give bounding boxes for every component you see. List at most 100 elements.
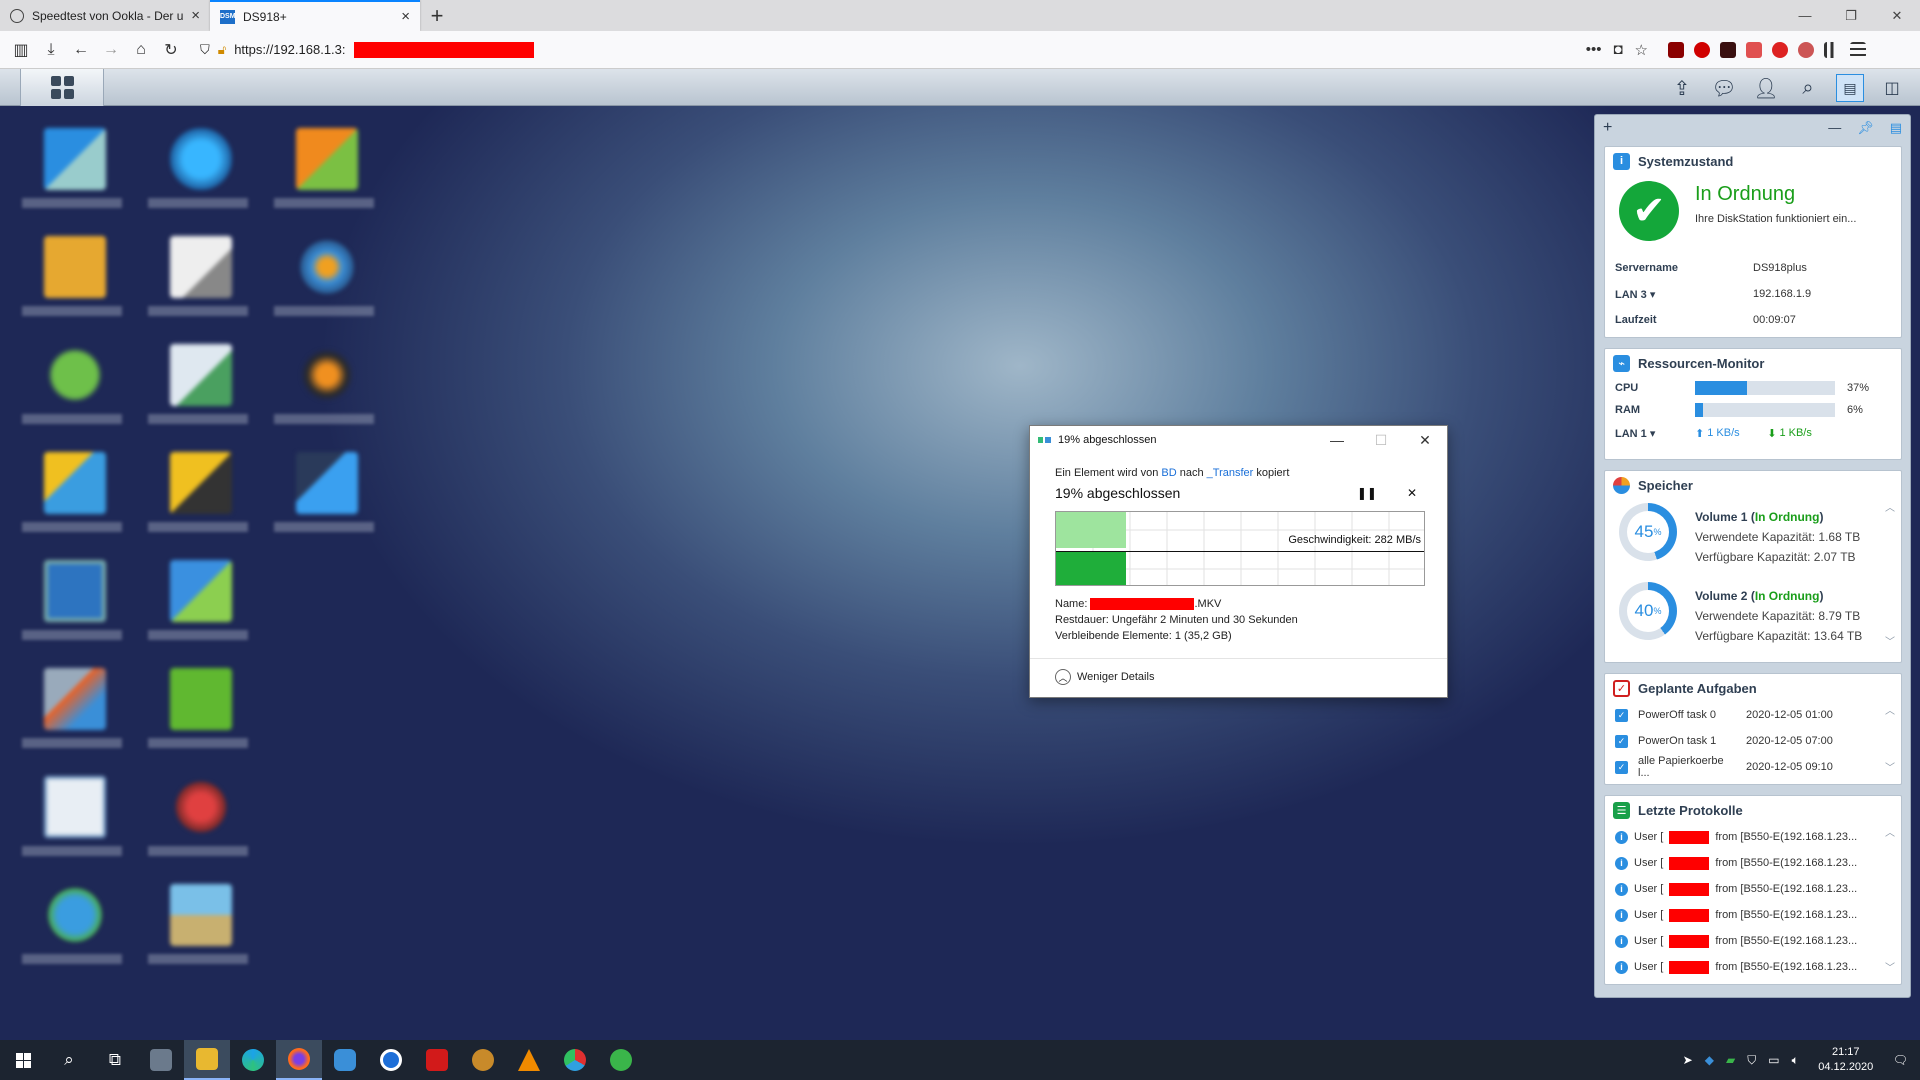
desktop-shortcut[interactable] bbox=[22, 344, 122, 444]
bookmark-star-icon[interactable]: ☆ bbox=[1635, 41, 1648, 59]
tray-folder-icon[interactable]: ▰ bbox=[1726, 1053, 1735, 1067]
taskbar-edge[interactable] bbox=[230, 1040, 276, 1080]
taskbar-app-crown[interactable] bbox=[460, 1040, 506, 1080]
log-row[interactable]: i User [from [B550-E(192.168.1.23... bbox=[1605, 876, 1901, 902]
sidebar-toggle-icon[interactable]: ▥ bbox=[6, 35, 36, 65]
pin-icon[interactable]: 📌︎ bbox=[1857, 120, 1874, 136]
desktop-shortcut[interactable] bbox=[148, 452, 248, 552]
desktop-shortcut[interactable] bbox=[22, 128, 122, 228]
minimize-widgets-icon[interactable]: — bbox=[1828, 120, 1841, 136]
desktop-shortcut[interactable] bbox=[274, 344, 374, 444]
cancel-copy-button[interactable]: ✕ bbox=[1407, 486, 1417, 500]
scroll-up-icon[interactable]: ︿ bbox=[1885, 824, 1895, 839]
close-tab-icon[interactable]: × bbox=[401, 8, 410, 25]
extension-avatar-icon[interactable] bbox=[1798, 41, 1814, 58]
library-icon[interactable] bbox=[1824, 41, 1840, 58]
user-icon[interactable]: 👤︎ bbox=[1752, 74, 1780, 102]
scroll-down-icon[interactable]: ﹀ bbox=[1885, 759, 1895, 774]
restore-window-button[interactable]: ❐ bbox=[1828, 0, 1874, 31]
forward-button[interactable]: → bbox=[96, 35, 126, 65]
scroll-down-icon[interactable]: ﹀ bbox=[1885, 959, 1895, 974]
scroll-up-icon[interactable]: ︿ bbox=[1885, 702, 1895, 717]
desktop-shortcut[interactable] bbox=[22, 668, 122, 768]
log-row[interactable]: i User [from [B550-E(192.168.1.23... bbox=[1605, 850, 1901, 876]
taskbar-app-pinwheel[interactable] bbox=[552, 1040, 598, 1080]
taskbar-app-blue[interactable] bbox=[322, 1040, 368, 1080]
taskbar-calculator[interactable] bbox=[138, 1040, 184, 1080]
taskbar-vlc[interactable] bbox=[506, 1040, 552, 1080]
fewer-details-button[interactable]: ︿ Weniger Details bbox=[1055, 669, 1154, 685]
main-menu-button[interactable] bbox=[20, 69, 104, 106]
home-button[interactable]: ⌂ bbox=[126, 35, 156, 65]
desktop-shortcut[interactable] bbox=[22, 776, 122, 876]
tab-ds918[interactable]: DSM DS918+ × bbox=[210, 0, 420, 31]
new-tab-button[interactable]: + bbox=[420, 0, 454, 31]
desktop-shortcut[interactable] bbox=[274, 236, 374, 336]
desktop-shortcut[interactable] bbox=[148, 236, 248, 336]
log-row[interactable]: i User [from [B550-E(192.168.1.23... bbox=[1605, 824, 1901, 850]
task-row[interactable]: ✓ alle Papierkoerbe l... 2020-12-05 09:10 bbox=[1605, 754, 1901, 780]
scroll-up-icon[interactable]: ︿ bbox=[1885, 499, 1895, 514]
upload-queue-icon[interactable]: ⇪ bbox=[1668, 74, 1696, 102]
minimize-dialog-button[interactable]: — bbox=[1315, 432, 1359, 449]
insecure-lock-icon[interactable]: 🔓︎ bbox=[218, 42, 226, 58]
volume-icon[interactable]: 🔈︎ bbox=[1792, 1053, 1799, 1068]
hamburger-menu-icon[interactable] bbox=[1850, 41, 1866, 58]
desktop-shortcut[interactable] bbox=[148, 776, 248, 876]
tray-app-icon[interactable]: ◆ bbox=[1705, 1053, 1714, 1067]
clock[interactable]: 21:17 04.12.2020 bbox=[1811, 1045, 1881, 1075]
widgets-toggle-icon[interactable]: ▤ bbox=[1836, 74, 1864, 102]
download-icon[interactable]: ⤓ bbox=[36, 35, 66, 65]
shield-tray-icon[interactable]: ⛉ bbox=[1747, 1053, 1756, 1068]
desktop-shortcut[interactable] bbox=[148, 884, 248, 984]
taskbar-app-q[interactable] bbox=[368, 1040, 414, 1080]
pocket-icon[interactable]: ◘ bbox=[1613, 41, 1622, 59]
desktop-shortcut[interactable] bbox=[274, 452, 374, 552]
source-link[interactable]: BD bbox=[1161, 467, 1176, 479]
pilot-view-icon[interactable]: ◫ bbox=[1878, 74, 1906, 102]
task-row[interactable]: ✓ PowerOff task 0 2020-12-05 01:00 bbox=[1605, 702, 1901, 728]
taskbar-file-explorer[interactable] bbox=[184, 1040, 230, 1080]
extension-red-icon[interactable] bbox=[1746, 41, 1762, 58]
network-icon[interactable]: ▭ bbox=[1768, 1053, 1779, 1067]
desktop-shortcut[interactable] bbox=[148, 128, 248, 228]
search-icon[interactable]: ⌕ bbox=[1794, 74, 1822, 102]
reload-button[interactable]: ↻ bbox=[156, 35, 186, 65]
desktop-shortcut[interactable] bbox=[148, 560, 248, 660]
volume-item[interactable]: 40% Volume 2 (In Ordnung) Verwendete Kap… bbox=[1619, 582, 1899, 654]
pause-button[interactable]: ❚❚ bbox=[1357, 486, 1377, 500]
minimize-window-button[interactable]: — bbox=[1782, 0, 1828, 31]
log-row[interactable]: i User [from [B550-E(192.168.1.23... bbox=[1605, 902, 1901, 928]
log-row[interactable]: i User [from [B550-E(192.168.1.23... bbox=[1605, 928, 1901, 954]
adblock-icon[interactable] bbox=[1694, 41, 1710, 58]
url-bar[interactable]: ⛉ 🔓︎ https://192.168.1.3: ••• ◘ ☆ bbox=[194, 36, 1654, 64]
search-button[interactable]: ⌕ bbox=[46, 1040, 92, 1080]
close-tab-icon[interactable]: × bbox=[191, 7, 200, 24]
widget-settings-icon[interactable]: ▤ bbox=[1890, 120, 1902, 136]
desktop-shortcut[interactable] bbox=[148, 668, 248, 768]
scroll-down-icon[interactable]: ﹀ bbox=[1885, 633, 1895, 648]
desktop-shortcut[interactable] bbox=[274, 128, 374, 228]
notification-icon[interactable]: 🗨︎ bbox=[1893, 1053, 1908, 1067]
ublock-icon[interactable] bbox=[1668, 41, 1684, 58]
lan-selector[interactable]: LAN 1 ▾ bbox=[1615, 427, 1695, 440]
desktop-shortcut[interactable] bbox=[22, 884, 122, 984]
taskbar-acrobat[interactable] bbox=[414, 1040, 460, 1080]
taskbar-app-green[interactable] bbox=[598, 1040, 644, 1080]
back-button[interactable]: ← bbox=[66, 35, 96, 65]
desktop-shortcut[interactable] bbox=[22, 236, 122, 336]
lan-selector[interactable]: LAN 3 ▾ bbox=[1615, 288, 1753, 301]
page-actions-icon[interactable]: ••• bbox=[1586, 41, 1602, 59]
extension-dark-icon[interactable] bbox=[1720, 41, 1736, 58]
tab-speedtest[interactable]: Speedtest von Ookla - Der umf × bbox=[0, 0, 210, 31]
notification-chat-icon[interactable]: 💬︎ bbox=[1710, 74, 1738, 102]
close-dialog-button[interactable]: ✕ bbox=[1403, 432, 1447, 449]
task-row[interactable]: ✓ PowerOn task 1 2020-12-05 07:00 bbox=[1605, 728, 1901, 754]
desktop-shortcut[interactable] bbox=[22, 452, 122, 552]
volume-item[interactable]: 45% Volume 1 (In Ordnung) Verwendete Kap… bbox=[1619, 503, 1899, 575]
taskbar-firefox[interactable] bbox=[276, 1040, 322, 1080]
shield-icon[interactable]: ⛉ bbox=[200, 42, 210, 58]
desktop-shortcut[interactable] bbox=[148, 344, 248, 444]
add-widget-icon[interactable]: + bbox=[1603, 119, 1612, 137]
close-window-button[interactable]: ✕ bbox=[1874, 0, 1920, 31]
